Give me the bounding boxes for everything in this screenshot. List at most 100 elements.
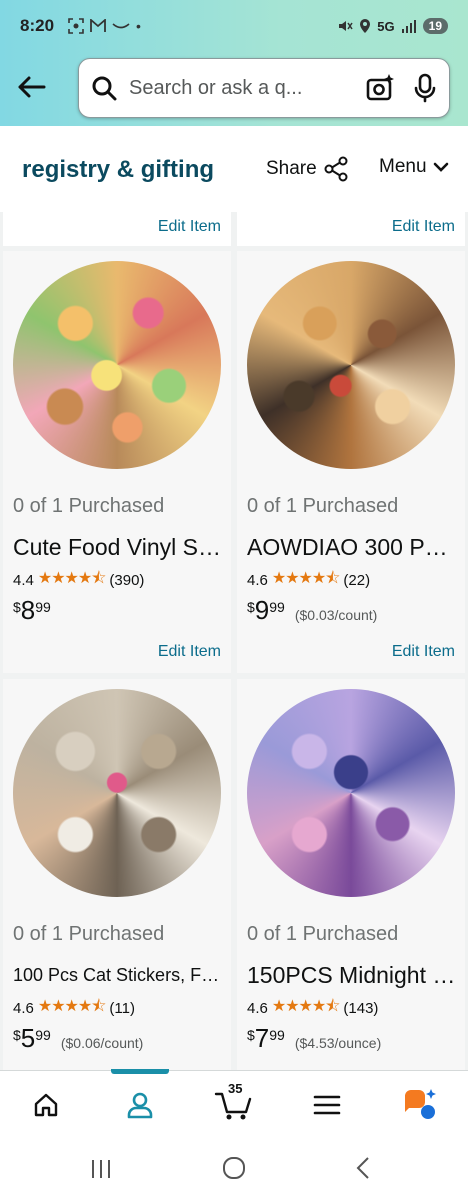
- review-count[interactable]: (22): [343, 572, 370, 589]
- product-image-dog-stickers[interactable]: [247, 261, 455, 469]
- chevron-down-icon: [433, 162, 448, 172]
- product-price: $ 8 99: [13, 595, 51, 626]
- rating-value: 4.4: [13, 572, 34, 589]
- registry-items-grid: Edit Item Edit Item 0 of 1 Purchased Cut…: [0, 212, 468, 1070]
- home-circle-icon[interactable]: [222, 1156, 246, 1180]
- star-rating-icon: ★★★★⯪: [37, 570, 107, 587]
- hamburger-menu-icon: [313, 1095, 341, 1115]
- purchased-status: 0 of 1 Purchased: [13, 495, 165, 517]
- price-symbol: $: [13, 599, 21, 615]
- nav-rufus-assistant[interactable]: [400, 1085, 440, 1125]
- page-title: registry & gifting: [22, 156, 215, 183]
- unit-price: ($0.06/count): [60, 1035, 144, 1051]
- battery-indicator: 19: [422, 18, 448, 34]
- star-rating-icon: ★★★★⯪: [271, 998, 341, 1015]
- price-fraction: 99: [35, 599, 51, 615]
- status-time: 8:20: [20, 16, 55, 35]
- menu-label: Menu: [379, 156, 427, 177]
- microphone-icon[interactable]: [413, 73, 437, 103]
- search-input[interactable]: Search or ask a q...: [78, 58, 450, 118]
- mute-icon: [339, 21, 353, 31]
- product-rating: 4.6 ★★★★⯪ (143): [247, 995, 378, 1022]
- product-price: $ 9 99 ($0.03/count): [247, 595, 377, 626]
- search-header: Search or ask a q...: [0, 52, 468, 126]
- nav-cart[interactable]: 35: [212, 1081, 256, 1125]
- product-title[interactable]: Cute Food Vinyl Stickers: [13, 534, 223, 561]
- share-label: Share: [266, 158, 317, 179]
- dot-icon: •: [136, 18, 141, 34]
- rating-value: 4.6: [247, 572, 268, 589]
- price-whole: 9: [254, 595, 270, 625]
- price-symbol: $: [247, 599, 255, 615]
- product-title[interactable]: 100 Pcs Cat Stickers, Funny: [13, 965, 223, 986]
- home-icon: [34, 1093, 58, 1117]
- product-title[interactable]: AOWDIAO 300 Pcs Dog Stickers: [247, 534, 457, 561]
- signal-icon: [401, 20, 416, 33]
- product-price: $ 5 99 ($0.06/count): [13, 1023, 143, 1054]
- cart-count: 35: [228, 1081, 243, 1096]
- unit-price: ($0.03/count): [294, 607, 378, 623]
- product-image-midnight-stickers[interactable]: [247, 689, 455, 897]
- price-fraction: 99: [269, 1027, 285, 1043]
- product-rating: 4.6 ★★★★⯪ (11): [13, 995, 135, 1022]
- share-icon: [324, 156, 348, 182]
- edit-item-link[interactable]: Edit Item: [158, 643, 221, 661]
- rufus-assistant-icon: [405, 1089, 436, 1119]
- edit-item-link[interactable]: Edit Item: [392, 643, 455, 661]
- active-tab-indicator: [111, 1069, 169, 1074]
- scan-icon: [68, 18, 84, 34]
- edit-item-link[interactable]: Edit Item: [392, 218, 455, 236]
- purchased-status: 0 of 1 Purchased: [247, 923, 399, 945]
- product-image-food-stickers[interactable]: [13, 261, 221, 469]
- amazon-smile-icon: [112, 23, 130, 29]
- review-count[interactable]: (143): [343, 1000, 378, 1017]
- status-right: 5G 19: [337, 18, 448, 34]
- price-whole: 7: [254, 1023, 270, 1053]
- rating-value: 4.6: [13, 1000, 34, 1017]
- nav-home[interactable]: [26, 1085, 66, 1125]
- product-title[interactable]: 150PCS Midnight Stickers: [247, 962, 457, 989]
- back-chevron-icon[interactable]: [355, 1156, 371, 1180]
- search-placeholder: Search or ask a q...: [129, 76, 303, 99]
- rating-value: 4.6: [247, 1000, 268, 1017]
- product-rating: 4.4 ★★★★⯪ (390): [13, 567, 144, 594]
- price-symbol: $: [247, 1027, 255, 1043]
- recent-apps-icon[interactable]: [90, 1158, 112, 1180]
- back-button[interactable]: [14, 70, 48, 104]
- product-image-cat-stickers[interactable]: [13, 689, 221, 897]
- product-rating: 4.6 ★★★★⯪ (22): [247, 567, 370, 594]
- review-count[interactable]: (11): [109, 1000, 135, 1017]
- camera-search-icon[interactable]: [365, 73, 395, 103]
- share-button[interactable]: Share: [266, 156, 349, 182]
- location-icon: [360, 19, 371, 33]
- price-fraction: 99: [35, 1027, 51, 1043]
- review-count[interactable]: (390): [109, 572, 144, 589]
- status-bar: 8:20 • 5G 19: [0, 0, 468, 52]
- edit-item-link[interactable]: Edit Item: [158, 218, 221, 236]
- bottom-navigation: 35: [0, 1069, 468, 1136]
- nav-account[interactable]: [120, 1085, 160, 1125]
- system-navigation-bar: [0, 1136, 468, 1200]
- previous-card-footer: Edit Item: [3, 212, 231, 246]
- previous-card-footer: Edit Item: [237, 212, 465, 246]
- purchased-status: 0 of 1 Purchased: [13, 923, 165, 945]
- price-fraction: 99: [269, 599, 285, 615]
- price-whole: 5: [20, 1023, 36, 1053]
- registry-item-card[interactable]: 0 of 1 Purchased AOWDIAO 300 Pcs Dog Sti…: [237, 251, 465, 673]
- registry-item-card[interactable]: 0 of 1 Purchased 150PCS Midnight Sticker…: [237, 679, 465, 1070]
- nav-menu[interactable]: [307, 1085, 347, 1125]
- registry-item-card[interactable]: 0 of 1 Purchased Cute Food Vinyl Sticker…: [3, 251, 231, 673]
- price-whole: 8: [20, 595, 36, 625]
- unit-price: ($4.53/ounce): [294, 1035, 382, 1051]
- search-icon: [92, 76, 117, 101]
- page-header: registry & gifting Share Menu: [0, 126, 468, 212]
- user-icon: [127, 1092, 153, 1119]
- star-rating-icon: ★★★★⯪: [271, 570, 341, 587]
- star-rating-icon: ★★★★⯪: [37, 998, 107, 1015]
- registry-item-card[interactable]: 0 of 1 Purchased 100 Pcs Cat Stickers, F…: [3, 679, 231, 1070]
- menu-button[interactable]: Menu: [379, 156, 449, 178]
- notification-icons: •: [68, 18, 141, 34]
- product-price: $ 7 99 ($4.53/ounce): [247, 1023, 381, 1054]
- purchased-status: 0 of 1 Purchased: [247, 495, 399, 517]
- back-arrow-icon: [18, 76, 46, 98]
